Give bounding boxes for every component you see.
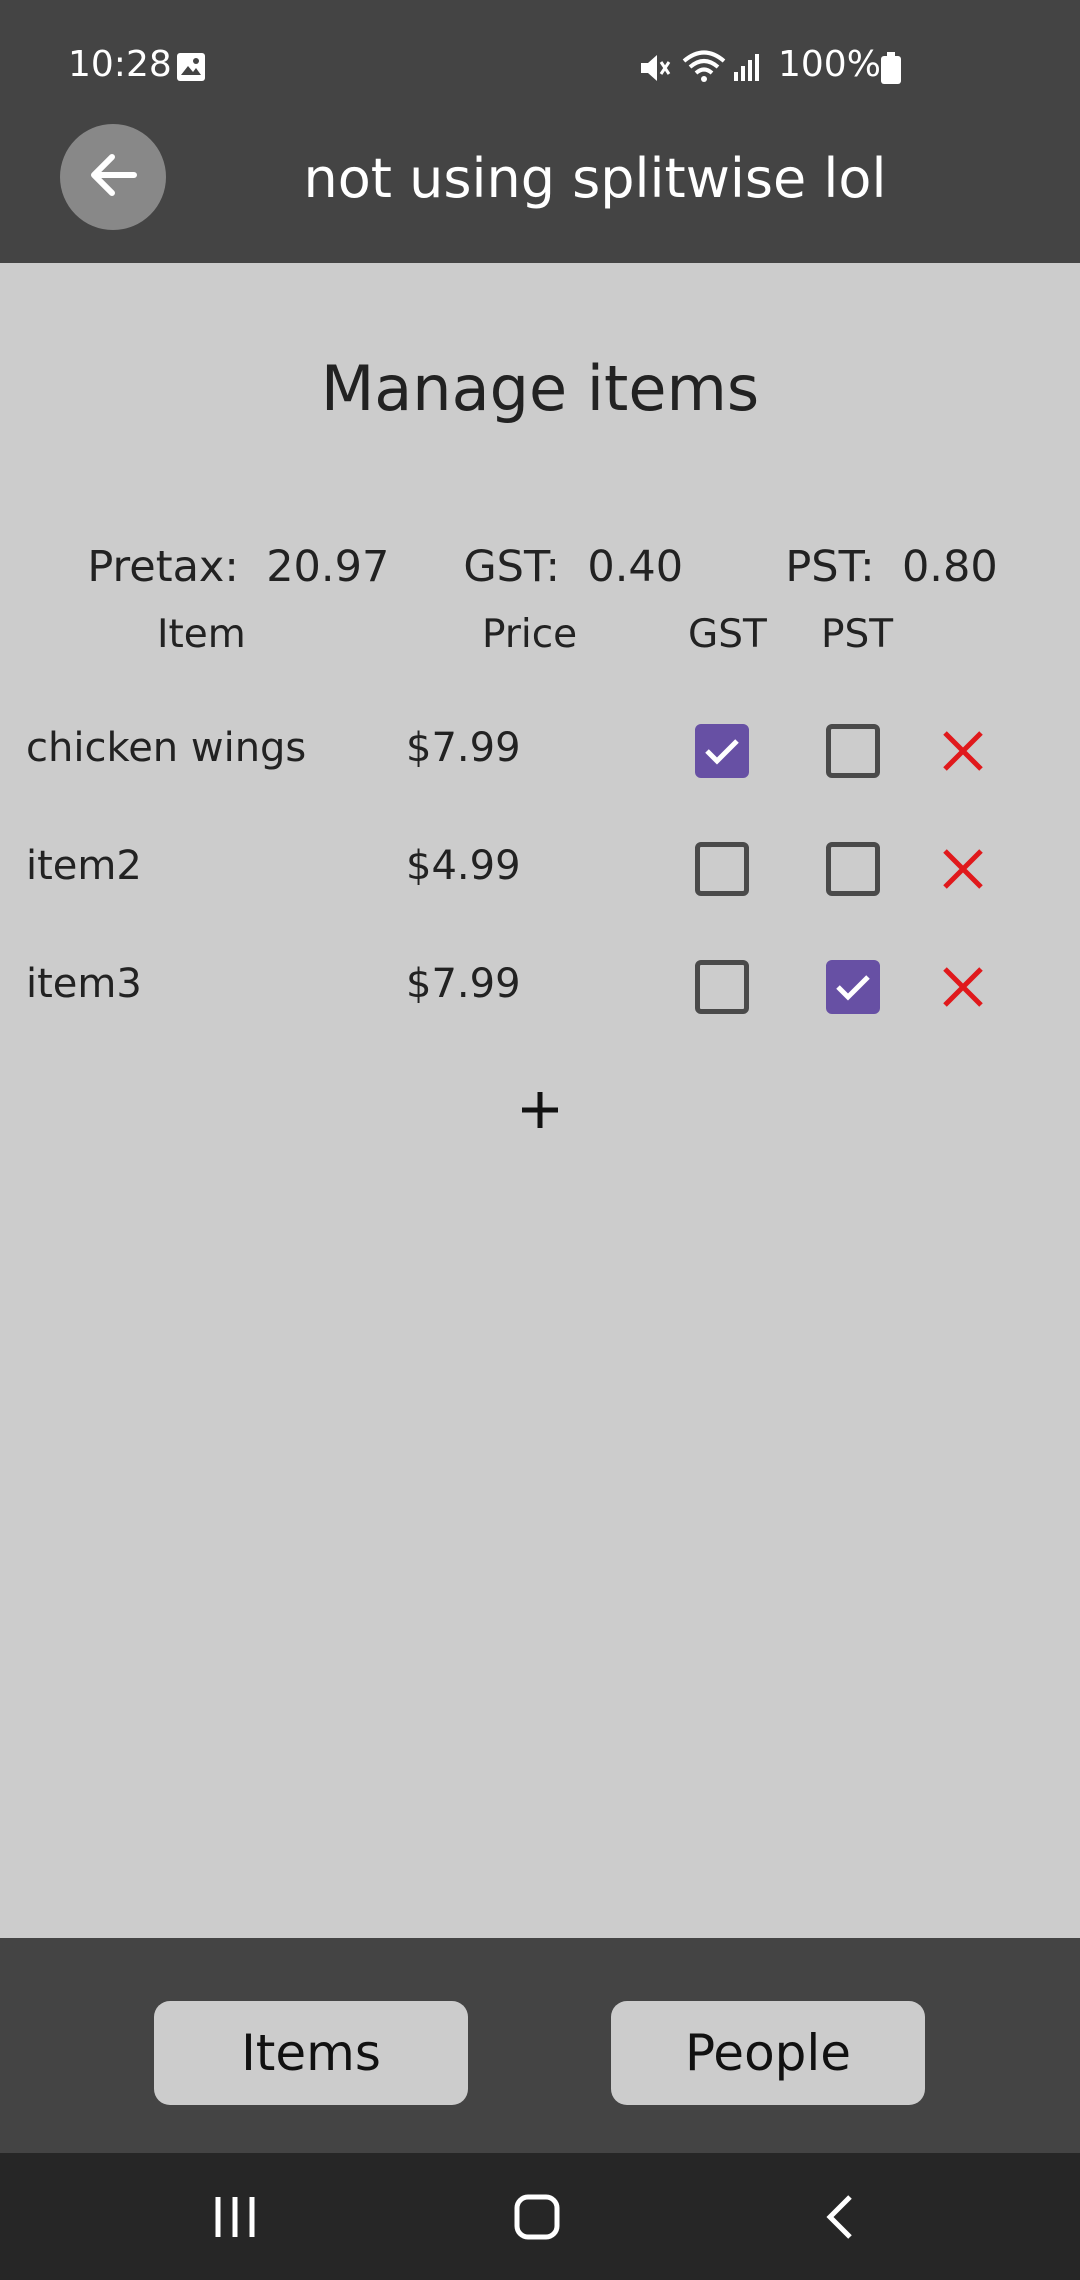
pretax-label: Pretax:	[87, 542, 239, 592]
pst-checkbox[interactable]	[826, 842, 880, 896]
recent-apps-button[interactable]	[200, 2185, 270, 2249]
item-name[interactable]: chicken wings	[26, 725, 306, 771]
pst-checkbox[interactable]	[826, 960, 880, 1014]
recent-apps-icon	[215, 2197, 255, 2237]
status-time: 10:28	[68, 44, 172, 85]
pst-value: 0.80	[901, 542, 998, 592]
home-icon	[514, 2194, 560, 2240]
mute-icon	[638, 52, 672, 88]
item-price[interactable]: $4.99	[406, 843, 521, 889]
item-price[interactable]: $7.99	[406, 961, 521, 1007]
gst-checkbox[interactable]	[695, 960, 749, 1014]
column-header-gst: GST	[688, 612, 767, 657]
close-icon	[943, 849, 983, 889]
delete-item-button[interactable]	[938, 844, 988, 894]
plus-icon	[522, 1092, 558, 1128]
item-name[interactable]: item2	[26, 843, 142, 889]
delete-item-button[interactable]	[938, 726, 988, 776]
arrow-left-icon	[88, 153, 138, 201]
pst-label: PST:	[785, 542, 875, 592]
app-title: not using splitwise lol	[303, 147, 887, 210]
page-title: Manage items	[320, 352, 760, 425]
wifi-icon	[682, 50, 726, 88]
gst-checkbox[interactable]	[695, 724, 749, 778]
gst-checkbox[interactable]	[695, 842, 749, 896]
items-tab-button[interactable]: Items	[154, 2001, 468, 2105]
people-tab-button[interactable]: People	[611, 2001, 925, 2105]
check-icon	[705, 739, 739, 765]
gst-total: GST: 0.40	[436, 492, 683, 592]
battery-percent: 100%	[778, 44, 881, 85]
pst-total: PST: 0.80	[758, 492, 998, 592]
close-icon	[943, 731, 983, 771]
add-item-button[interactable]	[512, 1082, 568, 1138]
pretax-value: 20.97	[266, 542, 390, 592]
column-header-pst: PST	[821, 612, 894, 657]
nav-back-button[interactable]	[805, 2185, 875, 2249]
column-header-price: Price	[482, 612, 578, 657]
gst-value: 0.40	[587, 542, 684, 592]
chevron-left-icon	[826, 2195, 852, 2239]
column-header-item: Item	[157, 612, 246, 657]
back-button[interactable]	[60, 124, 166, 230]
pretax-total: Pretax: 20.97	[60, 492, 389, 592]
close-icon	[943, 967, 983, 1007]
home-button[interactable]	[502, 2185, 572, 2249]
item-price[interactable]: $7.99	[406, 725, 521, 771]
pst-checkbox[interactable]	[826, 724, 880, 778]
check-icon	[836, 975, 870, 1001]
gallery-icon	[176, 52, 206, 86]
status-bar: 10:28 100%	[0, 0, 1080, 130]
delete-item-button[interactable]	[938, 962, 988, 1012]
signal-icon	[732, 52, 762, 86]
item-name[interactable]: item3	[26, 961, 142, 1007]
gst-label: GST:	[463, 542, 560, 592]
battery-icon	[880, 52, 902, 88]
